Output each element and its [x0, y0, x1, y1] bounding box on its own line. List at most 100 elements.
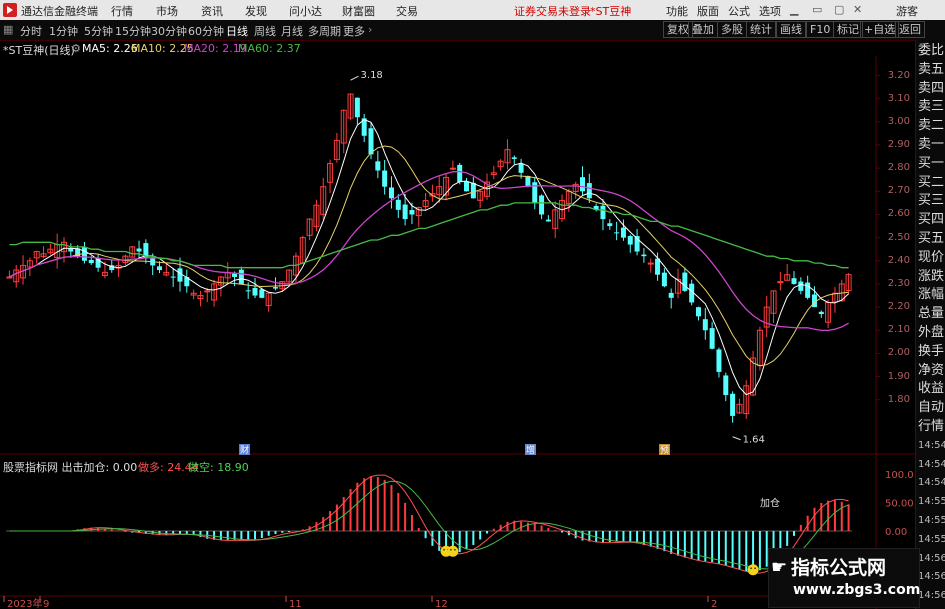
quote-panel-item[interactable]: 买四 — [918, 211, 945, 228]
smiley-eye — [449, 548, 452, 551]
indicator-title[interactable]: 股票指标网 出击加仓: 0.00 — [3, 459, 137, 475]
quote-panel-item[interactable]: 外盘 — [918, 324, 945, 341]
time-axis-label: 11 — [289, 599, 302, 609]
menu-formula[interactable]: 公式 — [728, 3, 750, 19]
candle-body — [157, 266, 163, 271]
candle-body — [730, 393, 736, 416]
period-tab-60m[interactable]: 60分钟 — [188, 23, 224, 39]
period-tab-1m[interactable]: 1分钟 — [49, 23, 78, 39]
stats-button[interactable]: 统计 — [746, 21, 776, 38]
quote-panel-item[interactable]: 买三 — [918, 192, 945, 209]
time-axis-label: 2023年 — [7, 597, 42, 609]
time-axis-label: 9 — [43, 599, 49, 609]
kline-chart[interactable]: 3.18 1.64 财 增 预 100.0 50.00 0.00 加仓 2023年 9 11 12 2 — [0, 56, 915, 609]
candle-body — [368, 128, 374, 155]
quote-panel-item[interactable]: 涨跌 — [918, 268, 945, 285]
quote-panel-item[interactable]: 14:56 — [918, 568, 945, 585]
quote-panel-item[interactable]: 14:55 — [918, 512, 945, 529]
menu-item-wealth[interactable]: 财富圈 — [342, 3, 375, 19]
quote-panel-item[interactable]: 14:55 — [918, 493, 945, 510]
close-icon[interactable]: ✕ — [853, 3, 862, 16]
quote-panel-item[interactable]: 卖一 — [918, 136, 945, 153]
watermark-title: 指标公式网 — [791, 557, 887, 579]
quote-panel: 委比卖五卖四 卖三卖二卖一买一买二 买三买四买五现价涨跌 涨幅总量外盘换手净资 收益自动… — [915, 40, 945, 609]
candle-body — [777, 281, 784, 284]
quote-panel-item[interactable]: 自动 — [918, 399, 945, 416]
quote-panel-item[interactable]: 现价 — [918, 249, 945, 266]
expand-icon[interactable]: ▦ — [3, 23, 13, 36]
quote-panel-item[interactable]: 14:55 — [918, 531, 945, 548]
candle-body — [647, 262, 654, 265]
price-axis-label: 1.80 — [887, 393, 910, 405]
menu-item-news[interactable]: 资讯 — [201, 3, 223, 19]
quote-panel-item[interactable]: 委比 — [918, 42, 945, 59]
quote-panel-item[interactable]: 14:54 — [918, 456, 945, 473]
quote-panel-item[interactable]: 14:54 — [918, 437, 945, 454]
menu-function[interactable]: 功能 — [666, 3, 688, 19]
menu-item-exchange[interactable]: 市场 — [156, 3, 178, 19]
chart-grid — [0, 56, 915, 609]
menu-item-discover[interactable]: 发现 — [245, 3, 267, 19]
maximize-icon[interactable]: ▢ — [834, 3, 844, 16]
quote-panel-item[interactable]: 买五 — [918, 230, 945, 247]
candle-body — [252, 287, 258, 296]
period-tab-weekly[interactable]: 周线 — [254, 23, 276, 39]
quote-panel-item[interactable]: 卖二 — [918, 117, 945, 134]
back-button[interactable]: 返回 — [895, 21, 925, 38]
candle-body — [525, 175, 531, 187]
period-toolbar: ▦ 分时 1分钟 5分钟 15分钟 30分钟 60分钟 日线 周线 月线 多周期… — [0, 20, 945, 41]
quote-panel-item[interactable]: 买一 — [918, 155, 945, 172]
menu-item-trade[interactable]: 交易 — [396, 3, 418, 19]
minimize-icon[interactable]: ▁ — [790, 3, 798, 16]
candle-body — [245, 290, 251, 292]
period-tab-intraday[interactable]: 分时 — [20, 23, 42, 39]
candle-body — [464, 181, 470, 192]
period-tab-daily[interactable]: 日线 — [226, 23, 248, 39]
quote-panel-item[interactable]: 卖四 — [918, 80, 945, 97]
quote-panel-item[interactable]: 收益 — [918, 380, 945, 397]
period-tab-30m[interactable]: 30分钟 — [151, 23, 187, 39]
quote-panel-item[interactable]: 净资 — [918, 362, 945, 379]
restore-icon[interactable]: ▭ — [812, 3, 822, 16]
login-warning[interactable]: 证券交易未登录 — [514, 3, 591, 19]
menu-item-ask[interactable]: 问小达 — [289, 3, 322, 19]
period-tab-monthly[interactable]: 月线 — [281, 23, 303, 39]
price-axis-label: 2.20 — [887, 301, 910, 313]
period-tab-5m[interactable]: 5分钟 — [84, 23, 113, 39]
candle-body — [204, 290, 211, 293]
candle-body — [723, 375, 729, 396]
menu-options[interactable]: 选项 — [759, 3, 781, 19]
candle-body — [695, 307, 701, 317]
settings-icon[interactable]: ⚙ — [71, 42, 81, 55]
quote-panel-item[interactable]: 行情 — [918, 418, 945, 435]
ma5-line — [9, 119, 849, 396]
overlay-button[interactable]: 叠加 — [688, 21, 718, 38]
price-axis-label: 2.80 — [887, 162, 910, 174]
f10-button[interactable]: F10 — [806, 21, 835, 38]
smiley-eye — [453, 548, 456, 551]
chevron-right-icon[interactable]: › — [368, 23, 372, 36]
quote-panel-item[interactable]: 14:56 — [918, 550, 945, 567]
period-tab-15m[interactable]: 15分钟 — [115, 23, 151, 39]
menu-item-market[interactable]: 行情 — [111, 3, 133, 19]
user-label[interactable]: 游客 — [896, 3, 918, 19]
add-watchlist-button[interactable]: +自选 — [860, 21, 900, 38]
quote-panel-item[interactable]: 买二 — [918, 174, 945, 191]
period-tab-more[interactable]: 更多 — [343, 23, 365, 39]
candle-body — [6, 276, 13, 279]
multi-stock-button[interactable]: 多股 — [717, 21, 747, 38]
quote-panel-item[interactable]: 涨幅 — [918, 286, 945, 303]
menu-layout[interactable]: 版面 — [697, 3, 719, 19]
mark-button[interactable]: 标记 — [833, 21, 863, 38]
quote-panel-item[interactable]: 14:54 — [918, 474, 945, 491]
quote-panel-item[interactable]: 换手 — [918, 343, 945, 360]
quote-panel-item[interactable]: 总量 — [918, 305, 945, 322]
quote-panel-item[interactable]: 卖五 — [918, 61, 945, 78]
draw-button[interactable]: 画线 — [776, 21, 806, 38]
period-tab-multi[interactable]: 多周期 — [308, 23, 341, 39]
candle-body — [545, 219, 551, 222]
quote-panel-item[interactable]: 卖三 — [918, 98, 945, 115]
price-axis-label: 1.90 — [887, 370, 910, 382]
indicator-axis-label: 100.0 — [885, 470, 914, 481]
quote-panel-item[interactable]: 14:56 — [918, 587, 945, 604]
